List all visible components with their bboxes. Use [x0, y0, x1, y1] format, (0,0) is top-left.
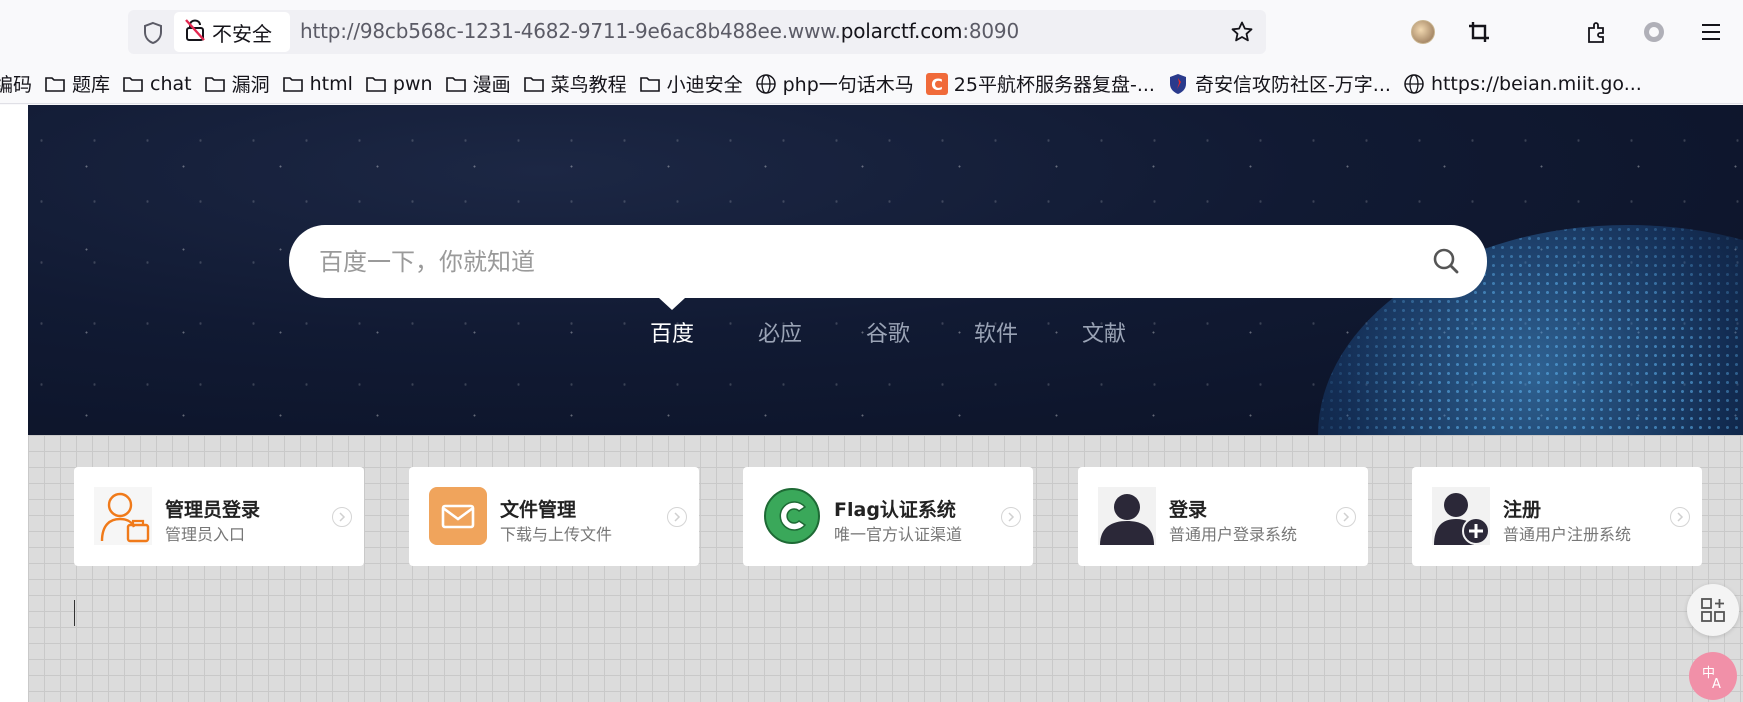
bookmark-link[interactable]: php一句话木马 — [755, 64, 914, 104]
bookmark-folder[interactable]: 漫画 — [445, 64, 511, 104]
menu-hamburger-icon[interactable] — [1695, 16, 1727, 48]
chevron-right-icon — [1001, 507, 1021, 527]
search-box — [289, 225, 1487, 298]
card-user-login[interactable]: 登录 普通用户登录系统 — [1078, 467, 1368, 566]
tab-google[interactable]: 谷歌 — [866, 316, 910, 348]
bookmark-item[interactable]: 编码 — [0, 64, 32, 104]
chevron-right-icon — [667, 507, 687, 527]
browser-toolbar: 不安全 http://98cb568c-1231-4682-9711-9e6ac… — [0, 0, 1743, 64]
url-prefix: http://98cb568c-1231-4682-9711-9e6ac8b48… — [300, 19, 841, 43]
translate-float-button[interactable]: 中A — [1689, 652, 1737, 700]
card-user-register[interactable]: 注册 普通用户注册系统 — [1412, 467, 1702, 566]
page-content — [0, 105, 1743, 702]
bookmark-link[interactable]: C 25平航杯服务器复盘-... — [925, 64, 1155, 104]
tab-bing[interactable]: 必应 — [758, 316, 802, 348]
apps-grid-float-button[interactable] — [1687, 584, 1739, 636]
crop-screenshot-icon[interactable] — [1463, 16, 1495, 48]
bookmark-label: 编码 — [0, 74, 33, 96]
globe-icon — [755, 73, 777, 95]
card-title: 文件管理 — [500, 499, 577, 521]
bookmark-folder[interactable]: html — [282, 64, 353, 104]
bookmark-folder[interactable]: 小迪安全 — [639, 64, 743, 104]
url-host: polarctf.com — [840, 19, 963, 43]
tab-literature[interactable]: 文献 — [1082, 316, 1126, 348]
card-subtitle: 普通用户注册系统 — [1503, 525, 1632, 544]
bookmark-label: 漫画 — [472, 74, 511, 96]
user-icon — [1098, 487, 1156, 545]
extensions-puzzle-icon[interactable] — [1581, 16, 1613, 48]
card-title: 登录 — [1169, 499, 1208, 521]
bookmark-folder[interactable]: 漏洞 — [204, 64, 270, 104]
record-circle-icon[interactable] — [1638, 16, 1670, 48]
bookmark-label: pwn — [392, 72, 433, 95]
security-label: 不安全 — [212, 21, 272, 46]
mail-icon — [429, 487, 487, 545]
page-left-margin — [0, 105, 28, 702]
c-logo-icon: C — [925, 72, 948, 95]
bookmark-label: 题库 — [72, 74, 111, 96]
bookmark-folder[interactable]: 菜鸟教程 — [523, 64, 627, 104]
card-subtitle: 管理员入口 — [165, 525, 246, 544]
bookmark-label: 菜鸟教程 — [550, 74, 627, 96]
folder-icon — [523, 73, 545, 95]
bookmark-link[interactable]: https://beian.miit.go... — [1403, 64, 1642, 104]
text-cursor — [74, 600, 75, 626]
card-file-management[interactable]: 文件管理 下载与上传文件 — [409, 467, 699, 566]
connection-not-secure-button[interactable]: 不安全 — [174, 12, 290, 52]
bookmark-star-icon[interactable] — [1228, 18, 1256, 46]
search-input[interactable] — [319, 225, 1419, 298]
apps-grid-icon — [1701, 598, 1725, 622]
card-subtitle: 下载与上传文件 — [500, 525, 613, 544]
card-title: 注册 — [1503, 499, 1542, 521]
chevron-right-icon — [1336, 507, 1356, 527]
account-avatar-icon[interactable] — [1407, 16, 1439, 48]
bookmark-folder[interactable]: 题库 — [44, 64, 110, 104]
folder-icon — [365, 73, 387, 95]
bookmark-label: 漏洞 — [231, 74, 270, 96]
qianxin-logo-icon — [1167, 73, 1189, 95]
bookmark-label: https://beian.miit.go... — [1430, 72, 1642, 95]
card-title: 管理员登录 — [165, 499, 261, 521]
bookmark-label: chat — [150, 72, 192, 95]
folder-icon — [204, 73, 226, 95]
flag-c-icon — [763, 487, 821, 545]
card-subtitle: 唯一官方认证渠道 — [834, 525, 963, 544]
svg-text:C: C — [931, 75, 943, 94]
tab-baidu[interactable]: 百度 — [650, 316, 694, 348]
card-flag-verification[interactable]: Flag认证系统 唯一官方认证渠道 — [743, 467, 1033, 566]
bookmark-label: 25平航杯服务器复盘-... — [953, 74, 1155, 96]
chevron-right-icon — [332, 507, 352, 527]
bookmark-folder[interactable]: pwn — [365, 64, 433, 104]
insecure-lock-icon — [184, 18, 206, 46]
folder-icon — [445, 73, 467, 95]
card-admin-login[interactable]: 管理员登录 管理员入口 — [74, 467, 364, 566]
folder-icon — [44, 73, 66, 95]
active-engine-pointer — [659, 298, 685, 310]
search-engine-tabs: 百度 必应 谷歌 软件 文献 — [0, 316, 1743, 348]
folder-icon — [282, 73, 304, 95]
bookmark-folder[interactable]: chat — [122, 64, 192, 104]
bookmark-label: php一句话木马 — [782, 74, 914, 96]
folder-icon — [639, 73, 661, 95]
user-add-icon — [1432, 487, 1490, 545]
bookmark-label: 小迪安全 — [666, 74, 743, 96]
folder-icon — [122, 73, 144, 95]
bookmark-label: 奇安信攻防社区-万字... — [1194, 74, 1391, 96]
svg-text:A: A — [1712, 677, 1721, 691]
tab-software[interactable]: 软件 — [974, 316, 1018, 348]
browser-window: 不安全 http://98cb568c-1231-4682-9711-9e6ac… — [0, 0, 1743, 702]
globe-icon — [1403, 73, 1425, 95]
search-icon[interactable] — [1430, 245, 1462, 277]
translate-icon: 中A — [1702, 666, 1721, 691]
card-subtitle: 普通用户登录系统 — [1169, 525, 1298, 544]
url-suffix: :8090 — [962, 19, 1019, 43]
card-title: Flag认证系统 — [834, 499, 956, 521]
url-text[interactable]: http://98cb568c-1231-4682-9711-9e6ac8b48… — [300, 19, 1019, 43]
admin-user-icon — [94, 487, 152, 545]
chevron-right-icon — [1670, 507, 1690, 527]
bookmark-label: html — [309, 72, 353, 95]
bookmark-link[interactable]: 奇安信攻防社区-万字... — [1167, 64, 1391, 104]
bookmarks-toolbar: 编码 题库 chat 漏洞 html pwn 漫画 菜鸟教程 小迪安全 php一… — [0, 64, 1743, 104]
tracking-protection-shield-icon[interactable] — [136, 16, 170, 50]
